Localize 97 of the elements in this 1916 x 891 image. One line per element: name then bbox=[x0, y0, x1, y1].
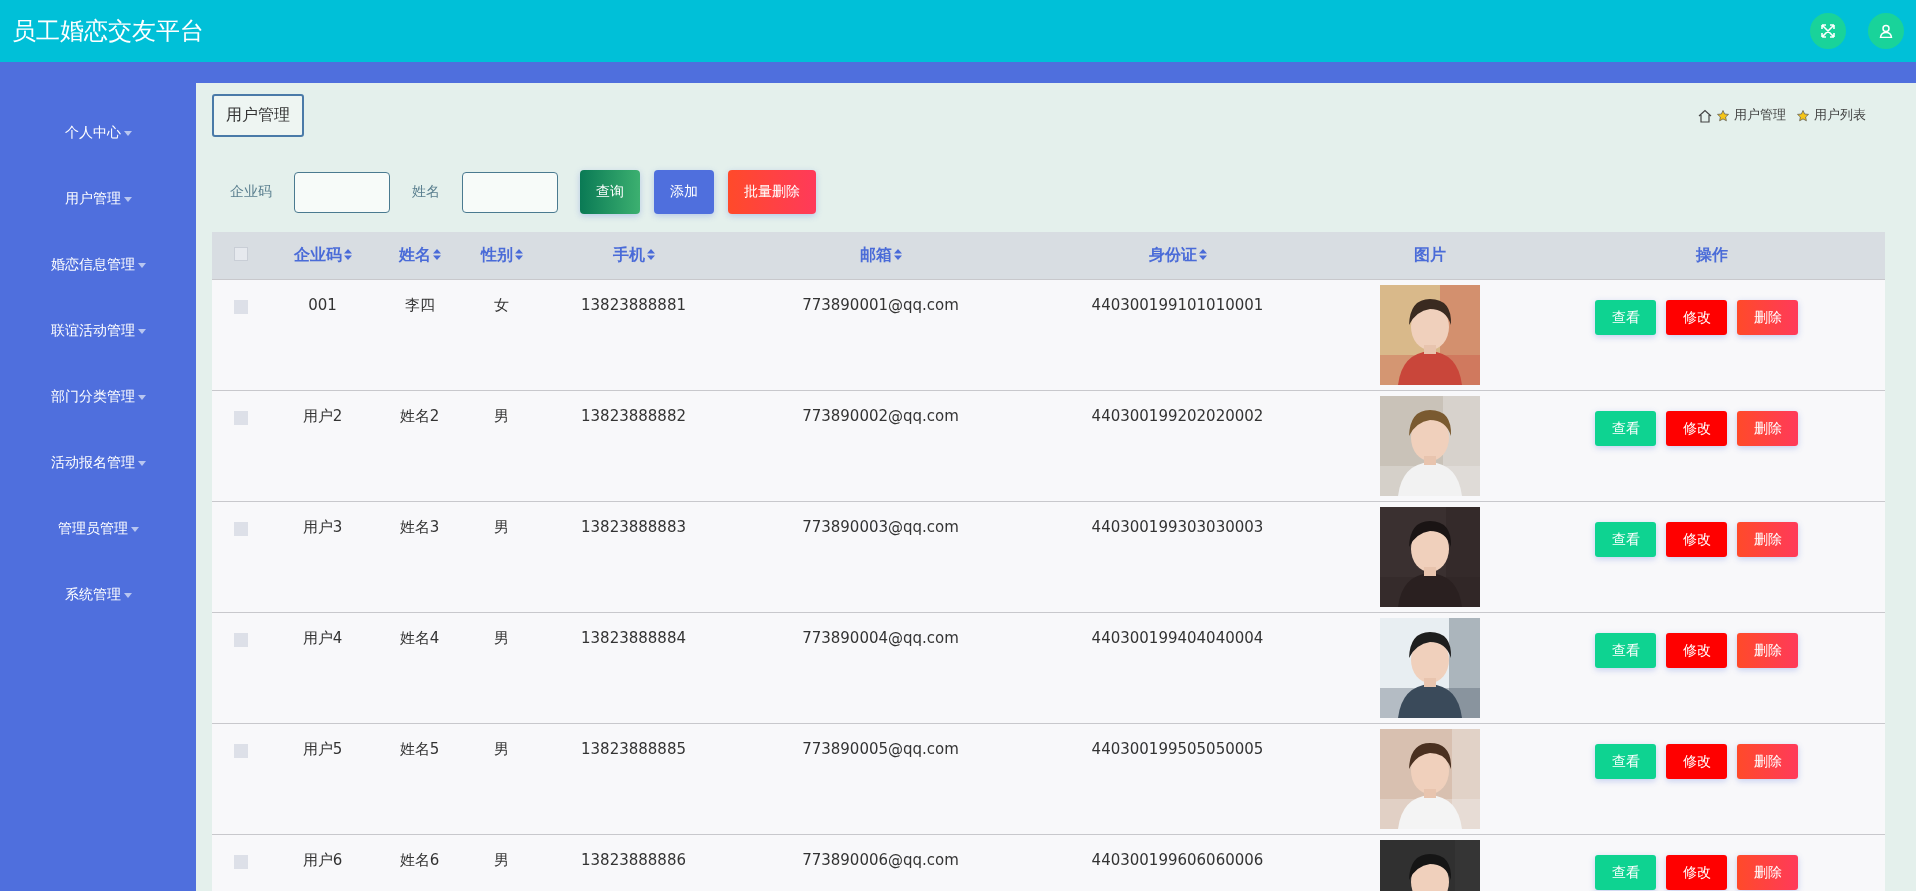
breadcrumb-item[interactable]: 用户列表 bbox=[1814, 107, 1866, 124]
column-header[interactable]: 身份证 bbox=[1148, 245, 1197, 264]
edit-button[interactable]: 修改 bbox=[1666, 411, 1727, 446]
expand-icon bbox=[1821, 24, 1835, 38]
edit-button[interactable]: 修改 bbox=[1666, 300, 1727, 335]
table-cell: 773890002@qq.com bbox=[802, 407, 959, 425]
table-cell: 773890005@qq.com bbox=[802, 740, 959, 758]
delete-button[interactable]: 删除 bbox=[1737, 633, 1798, 668]
sidebar-item[interactable]: 个人中心 bbox=[0, 100, 196, 166]
table-cell: 用户3 bbox=[302, 518, 343, 536]
row-checkbox[interactable] bbox=[233, 411, 248, 425]
add-button[interactable]: 添加 bbox=[654, 170, 714, 214]
breadcrumb-item[interactable]: 用户管理 bbox=[1734, 107, 1786, 124]
row-checkbox[interactable] bbox=[233, 744, 248, 758]
table-cell: 440300199202020002 bbox=[1091, 407, 1264, 425]
table-cell: 773890006@qq.com bbox=[802, 851, 959, 869]
sidebar-item[interactable]: 系统管理 bbox=[0, 562, 196, 628]
edit-button[interactable]: 修改 bbox=[1666, 522, 1727, 557]
column-header[interactable]: 姓名 bbox=[398, 245, 431, 264]
caret-icon bbox=[123, 130, 132, 136]
table-cell: 440300199404040004 bbox=[1091, 629, 1264, 647]
table-cell: 440300199606060006 bbox=[1091, 851, 1264, 869]
table-cell: 姓名4 bbox=[399, 629, 440, 647]
select-all-checkbox[interactable] bbox=[233, 247, 248, 261]
table-cell: 男 bbox=[494, 629, 509, 647]
table-cell: 13823888886 bbox=[581, 851, 686, 869]
edit-button[interactable]: 修改 bbox=[1666, 855, 1727, 890]
table-cell: 13823888881 bbox=[581, 296, 686, 314]
table-cell: 用户4 bbox=[302, 629, 343, 647]
table-cell: 男 bbox=[494, 407, 509, 425]
table-cell: 440300199303030003 bbox=[1091, 518, 1264, 536]
table-cell: 773890004@qq.com bbox=[802, 629, 959, 647]
caret-icon bbox=[137, 460, 146, 466]
caret-icon bbox=[137, 394, 146, 400]
column-header[interactable]: 性别 bbox=[480, 245, 513, 264]
page-tab[interactable]: 用户管理 bbox=[212, 94, 304, 137]
filter-label: 姓名 bbox=[412, 183, 440, 201]
table-cell: 13823888883 bbox=[581, 518, 686, 536]
table-cell: 男 bbox=[494, 740, 509, 758]
table-cell: 用户6 bbox=[302, 851, 343, 869]
column-header[interactable]: 企业码 bbox=[293, 245, 342, 264]
user-button[interactable] bbox=[1868, 13, 1904, 49]
edit-button[interactable]: 修改 bbox=[1666, 744, 1727, 779]
table-cell: 男 bbox=[494, 518, 509, 536]
search-button[interactable]: 查询 bbox=[580, 170, 640, 214]
column-header[interactable]: 邮箱 bbox=[859, 245, 892, 264]
user-icon bbox=[1879, 24, 1893, 38]
table-cell: 姓名3 bbox=[399, 518, 440, 536]
caret-icon bbox=[123, 196, 132, 202]
sidebar-item[interactable]: 部门分类管理 bbox=[0, 364, 196, 430]
row-checkbox[interactable] bbox=[233, 300, 248, 314]
caret-icon bbox=[137, 262, 146, 268]
delete-button[interactable]: 删除 bbox=[1737, 300, 1798, 335]
filter-label: 企业码 bbox=[230, 183, 272, 201]
row-checkbox[interactable] bbox=[233, 633, 248, 647]
delete-button[interactable]: 删除 bbox=[1737, 855, 1798, 890]
table-cell: 13823888882 bbox=[581, 407, 686, 425]
delete-button[interactable]: 删除 bbox=[1737, 411, 1798, 446]
star-icon bbox=[1797, 109, 1809, 122]
table-cell: 姓名2 bbox=[399, 407, 440, 425]
table-cell: 男 bbox=[494, 851, 509, 869]
table-cell: 440300199505050005 bbox=[1091, 740, 1264, 758]
delete-button[interactable]: 删除 bbox=[1737, 522, 1798, 557]
table-cell: 女 bbox=[494, 296, 509, 314]
delete-button[interactable]: 删除 bbox=[1737, 744, 1798, 779]
column-header: 图片 bbox=[1413, 245, 1446, 264]
table-cell: 773890001@qq.com bbox=[802, 296, 959, 314]
caret-icon bbox=[130, 526, 139, 532]
table-cell: 用户5 bbox=[302, 740, 343, 758]
row-checkbox[interactable] bbox=[233, 855, 248, 869]
input-field[interactable] bbox=[462, 171, 558, 213]
table-cell: 440300199101010001 bbox=[1091, 296, 1264, 314]
star-icon bbox=[1717, 109, 1729, 122]
sidebar-item[interactable]: 活动报名管理 bbox=[0, 430, 196, 496]
table-cell: 用户2 bbox=[302, 407, 343, 425]
table-cell: 773890003@qq.com bbox=[802, 518, 959, 536]
column-header[interactable]: 手机 bbox=[612, 245, 645, 264]
home-icon bbox=[1698, 108, 1712, 123]
table-cell: 13823888885 bbox=[581, 740, 686, 758]
sidebar-item[interactable]: 婚恋信息管理 bbox=[0, 232, 196, 298]
edit-button[interactable]: 修改 bbox=[1666, 633, 1727, 668]
row-checkbox[interactable] bbox=[233, 522, 248, 536]
batch-delete-button[interactable]: 批量删除 bbox=[728, 170, 816, 214]
sidebar-item[interactable]: 用户管理 bbox=[0, 166, 196, 232]
table-cell: 李四 bbox=[404, 296, 435, 314]
fullscreen-button[interactable] bbox=[1810, 13, 1846, 49]
sidebar-item[interactable]: 管理员管理 bbox=[0, 496, 196, 562]
table-cell: 13823888884 bbox=[581, 629, 686, 647]
column-header: 操作 bbox=[1695, 245, 1728, 264]
sidebar-item[interactable]: 联谊活动管理 bbox=[0, 298, 196, 364]
caret-icon bbox=[123, 592, 132, 598]
input-field[interactable] bbox=[294, 171, 390, 213]
table-cell: 姓名5 bbox=[399, 740, 440, 758]
table-cell: 姓名6 bbox=[399, 851, 440, 869]
caret-icon bbox=[137, 328, 146, 334]
table-cell: 001 bbox=[308, 296, 337, 314]
app-title: 员工婚恋交友平台 bbox=[12, 16, 205, 47]
